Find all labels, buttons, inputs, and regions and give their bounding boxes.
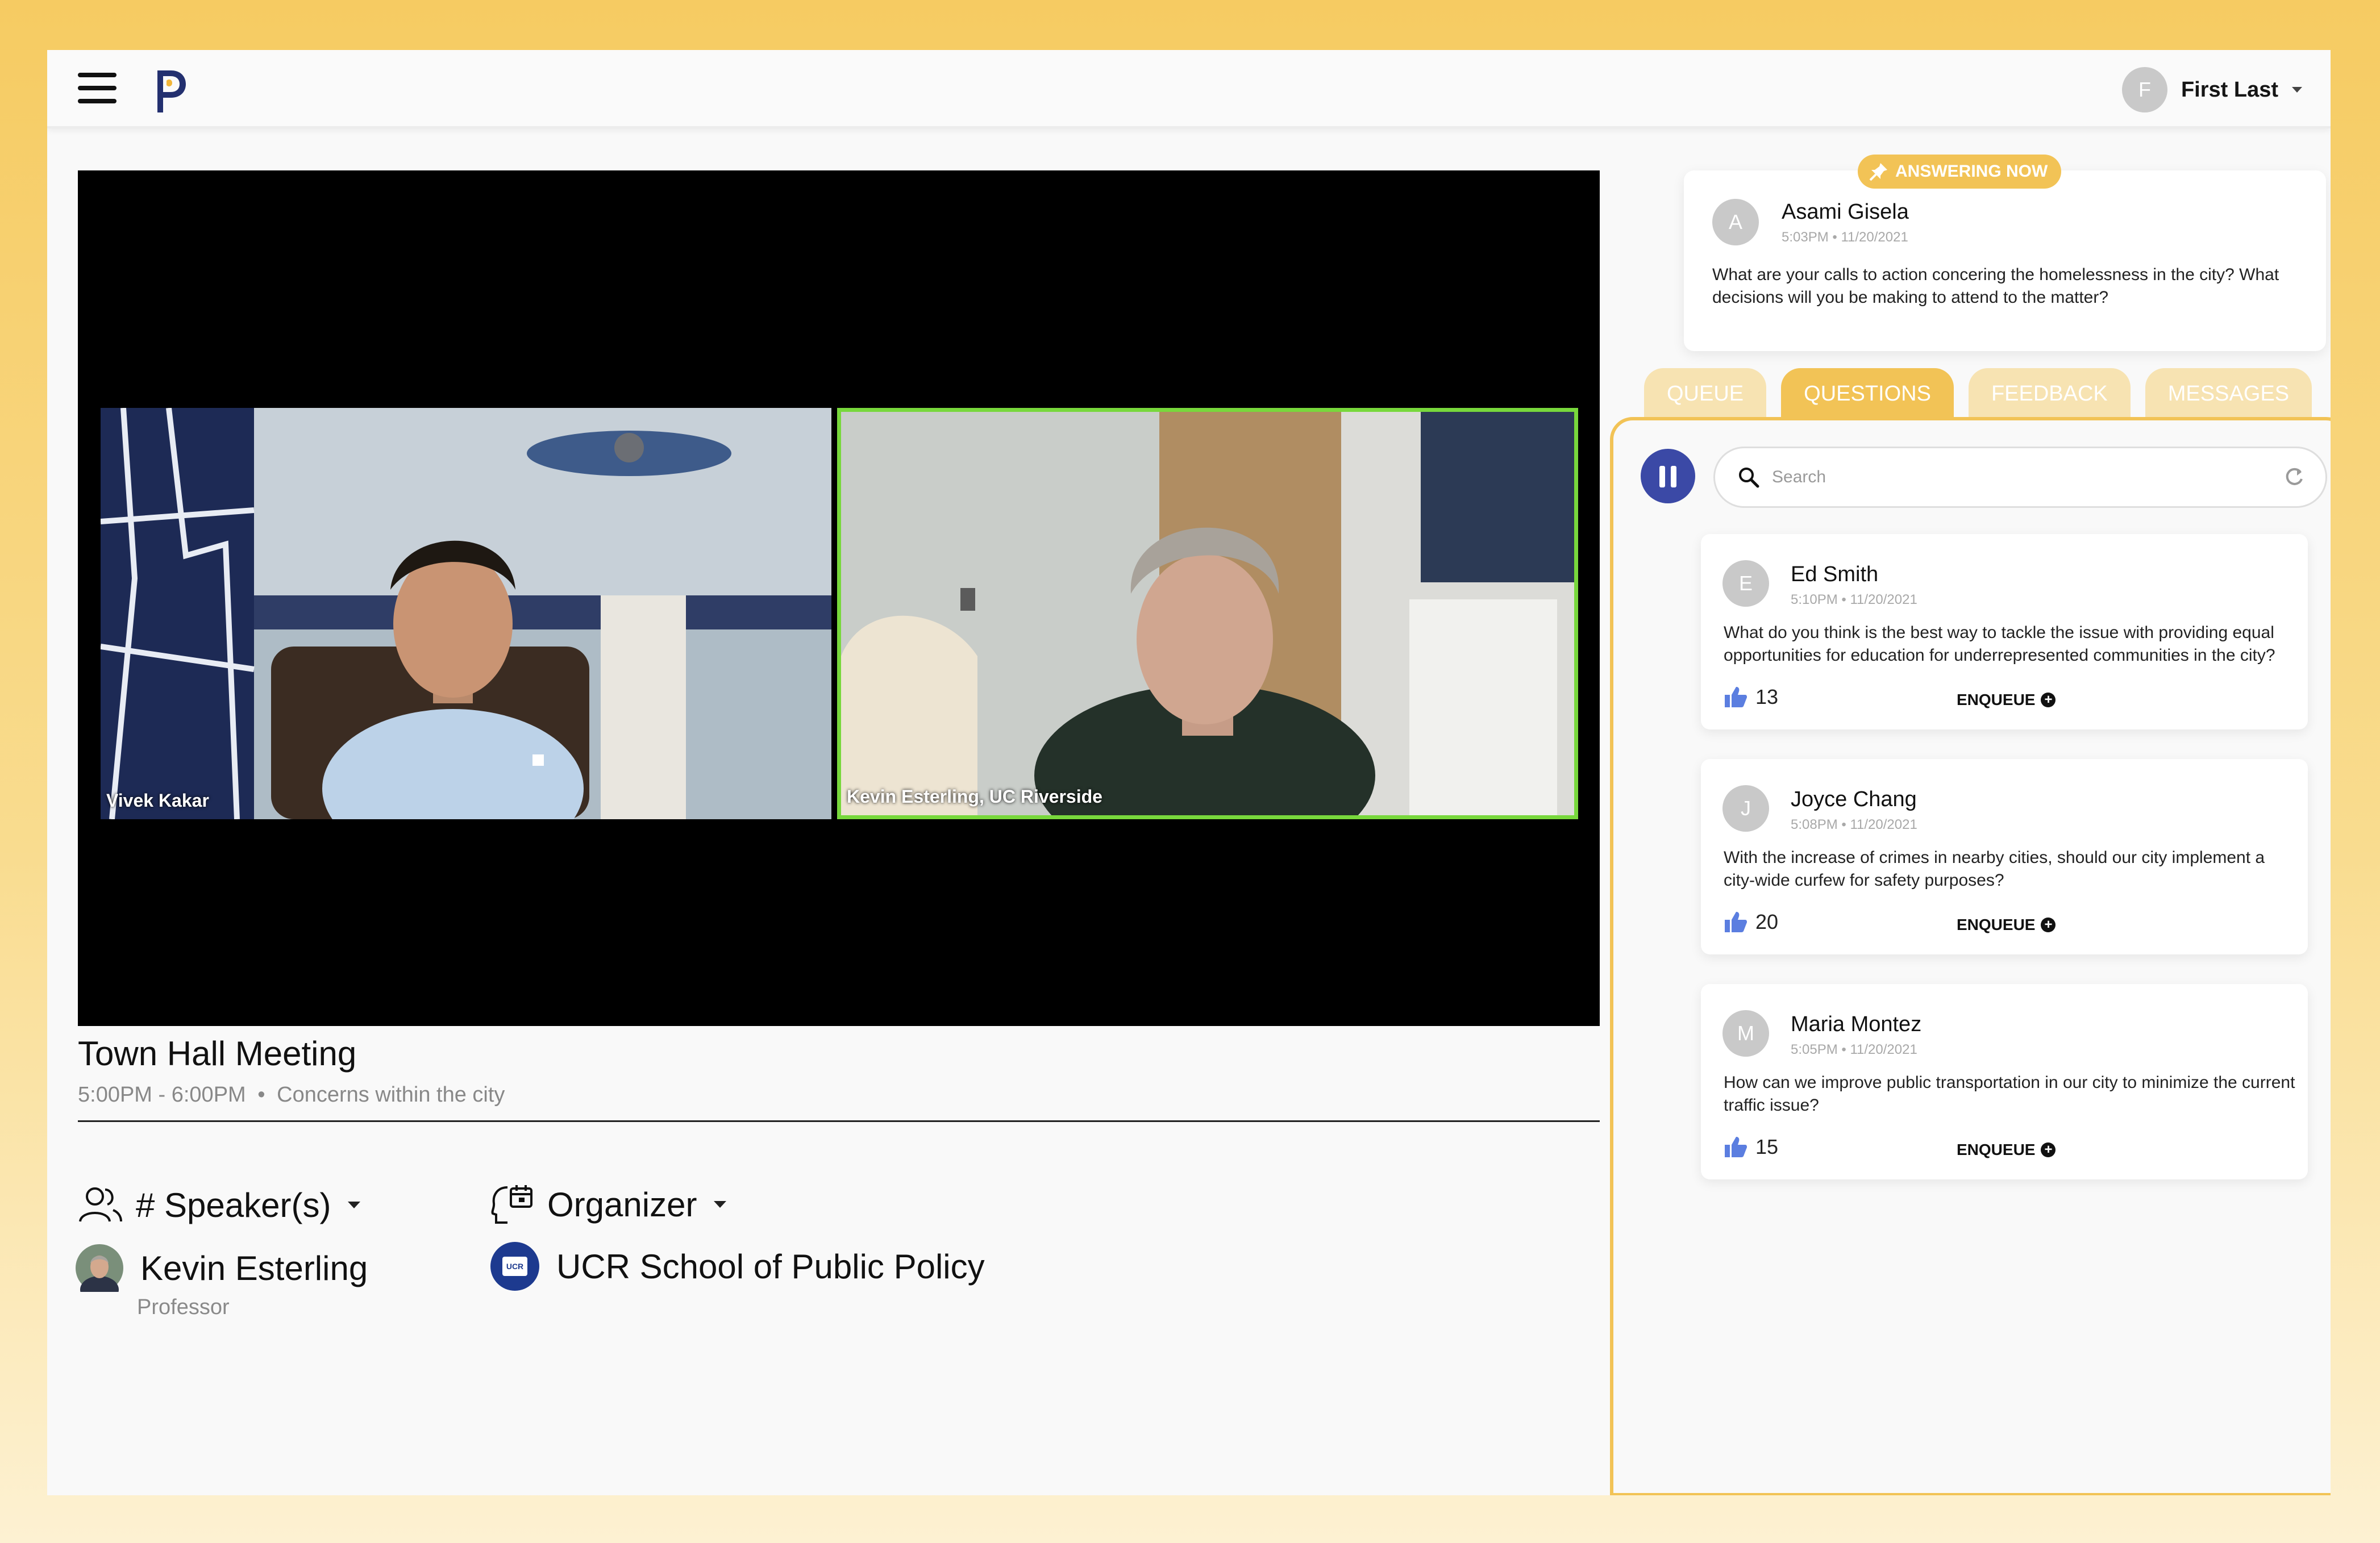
participant-tile-1[interactable]: Vivek Kakar (101, 408, 831, 819)
organizer-dropdown[interactable]: Organizer (490, 1183, 727, 1226)
participant-video-1 (101, 408, 831, 819)
hamburger-menu-icon[interactable] (78, 73, 118, 103)
app-logo[interactable] (149, 67, 189, 115)
meeting-title: Town Hall Meeting (78, 1035, 357, 1073)
user-avatar: F (2121, 67, 2167, 112)
speakers-heading: # Speaker(s) (136, 1186, 331, 1224)
user-name: First Last (2181, 77, 2278, 102)
like-button[interactable]: 13 (1724, 685, 1778, 709)
search-input[interactable] (1772, 468, 2283, 487)
organizer-logo-text: UCR (506, 1262, 524, 1271)
thumbs-up-icon (1725, 687, 1747, 707)
enqueue-label: ENQUEUE (1957, 691, 2036, 708)
question-text: With the increase of crimes in nearby ci… (1724, 848, 2265, 890)
question-card[interactable]: J Joyce Chang 5:08PM • 11/20/2021 With t… (1701, 759, 2308, 954)
meeting-topic: Concerns within the city (277, 1083, 505, 1107)
speaker-name: Kevin Esterling (140, 1249, 368, 1287)
enqueue-label: ENQUEUE (1957, 916, 2036, 933)
question-timestamp: 5:03PM • 11/20/2021 (1782, 230, 1908, 245)
divider (78, 1120, 1600, 1122)
top-bar: F First Last (47, 50, 2331, 128)
people-icon (79, 1187, 122, 1222)
participant-name-label: Kevin Esterling, UC Riverside (847, 786, 1102, 807)
question-timestamp: 5:05PM • 11/20/2021 (1791, 1042, 1917, 1057)
search-icon (1739, 468, 1759, 488)
asker-name: Maria Montez (1791, 1012, 1922, 1036)
tab-messages[interactable]: MESSAGES (2145, 368, 2312, 419)
search-bar (1713, 447, 2327, 508)
organizer-logo: UCR (490, 1242, 539, 1291)
organizer-icon (491, 1185, 532, 1224)
speaker-avatar (76, 1244, 123, 1292)
thumbs-up-icon (1725, 912, 1747, 932)
asker-name: Asami Gisela (1782, 200, 1909, 224)
asker-name: Ed Smith (1791, 562, 1879, 586)
like-button[interactable]: 20 (1724, 910, 1778, 934)
organizer-heading: Organizer (547, 1185, 697, 1224)
answering-now-card: A Asami Gisela 5:03PM • 11/20/2021 What … (1684, 170, 2326, 351)
answering-now-badge: ANSWERING NOW (1858, 155, 2062, 189)
organizer-name: UCR School of Public Policy (556, 1247, 985, 1286)
plus-circle-icon: + (2041, 918, 2056, 932)
pause-button[interactable] (1641, 449, 1695, 503)
refresh-icon[interactable] (2283, 466, 2305, 488)
question-text: How can we improve public transportation… (1724, 1073, 2295, 1115)
meeting-subtitle: 5:00PM - 6:00PM • Concerns within the ci… (78, 1083, 505, 1107)
thumbs-up-icon (1725, 1137, 1747, 1157)
speaker-role: Professor (137, 1295, 230, 1319)
question-timestamp: 5:10PM • 11/20/2021 (1791, 592, 1917, 607)
tab-queue[interactable]: QUEUE (1644, 368, 1767, 419)
organizer-item[interactable]: UCR UCR School of Public Policy (490, 1242, 985, 1291)
question-text: What do you think is the best way to tac… (1724, 623, 2275, 665)
plus-circle-icon: + (2041, 693, 2056, 707)
pin-icon (1869, 163, 1887, 181)
question-text: What are your calls to action concering … (1712, 265, 2279, 307)
caret-down-icon (714, 1201, 727, 1208)
participant-name-label: Vivek Kakar (106, 790, 209, 811)
question-card[interactable]: M Maria Montez 5:05PM • 11/20/2021 How c… (1701, 984, 2308, 1179)
speaker-item[interactable]: Kevin Esterling (76, 1244, 368, 1292)
caret-down-icon (348, 1202, 361, 1208)
chevron-down-icon (2292, 87, 2302, 93)
answering-now-label: ANSWERING NOW (1895, 162, 2048, 181)
asker-avatar: A (1712, 199, 1759, 245)
plus-circle-icon: + (2041, 1142, 2056, 1157)
video-stage[interactable]: Vivek Kakar Kevin Esterling, UC Riversid… (78, 170, 1600, 1026)
like-count: 20 (1755, 910, 1779, 933)
speakers-dropdown[interactable]: # Speaker(s) (78, 1185, 361, 1225)
user-menu[interactable]: F First Last (2121, 67, 2302, 112)
like-button[interactable]: 15 (1724, 1135, 1778, 1159)
participant-video-2 (841, 412, 1574, 815)
enqueue-label: ENQUEUE (1957, 1141, 2036, 1158)
tab-questions[interactable]: QUESTIONS (1781, 368, 1954, 419)
like-count: 13 (1755, 685, 1779, 708)
meeting-separator: • (257, 1083, 265, 1107)
enqueue-button[interactable]: ENQUEUE + (1957, 691, 2056, 709)
question-card[interactable]: E Ed Smith 5:10PM • 11/20/2021 What do y… (1701, 534, 2308, 729)
asker-avatar: M (1722, 1010, 1769, 1057)
enqueue-button[interactable]: ENQUEUE + (1957, 1141, 2056, 1159)
meeting-time: 5:00PM - 6:00PM (78, 1083, 246, 1107)
tab-feedback[interactable]: FEEDBACK (1968, 368, 2131, 419)
participant-tile-2-active-speaker[interactable]: Kevin Esterling, UC Riverside (837, 408, 1578, 819)
enqueue-button[interactable]: ENQUEUE + (1957, 916, 2056, 934)
app-window: F First Last Vivek Kakar Kevin Esterling… (47, 50, 2331, 1495)
asker-avatar: E (1722, 560, 1769, 607)
asker-avatar: J (1722, 785, 1769, 832)
tab-bar: QUEUE QUESTIONS FEEDBACK MESSAGES (1644, 368, 2312, 419)
like-count: 15 (1755, 1135, 1779, 1158)
question-timestamp: 5:08PM • 11/20/2021 (1791, 817, 1917, 832)
asker-name: Joyce Chang (1791, 787, 1917, 811)
